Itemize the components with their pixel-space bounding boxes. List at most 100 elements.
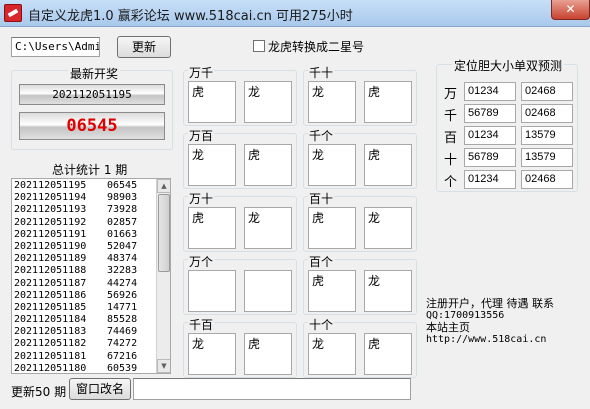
history-number: 73928 [107,204,138,216]
history-issue: 202112051194 [14,192,87,204]
prediction-parity-field[interactable]: 13579 [521,126,573,145]
history-number: 32283 [107,265,138,277]
info-register: 注册开户，代理 待遇 联系 [426,297,554,310]
prediction-parity-field[interactable]: 13579 [521,148,573,167]
pair-right-box[interactable]: 虎 [364,144,412,186]
prediction-size-field[interactable]: 56789 [464,148,516,167]
history-row[interactable]: 202112051188 32283 [12,265,157,277]
history-issue: 202112051184 [14,314,87,326]
history-number: 74272 [107,338,138,350]
history-number: 44274 [107,277,138,289]
pair-group-title: 千十 [308,64,335,81]
pair-group-title: 千个 [308,127,335,144]
history-row[interactable]: 202112051192 02857 [12,217,157,229]
prediction-position-label: 个 [444,175,458,190]
prediction-position-label: 万 [444,87,458,102]
history-row[interactable]: 202112051185 14771 [12,302,157,314]
prediction-position-label: 千 [444,109,458,124]
history-issue: 202112051183 [14,326,87,338]
path-input[interactable]: C:\Users\Admin [11,37,100,57]
history-row[interactable]: 202112051190 52047 [12,241,157,253]
close-button[interactable]: ✕ [551,0,590,20]
pair-left-box[interactable]: 龙 [308,81,356,123]
history-number: 48374 [107,253,138,265]
pair-group-title: 千百 [188,316,215,333]
history-row[interactable]: 202112051182 74272 [12,338,157,350]
pair-left-box[interactable]: 龙 [188,144,236,186]
pair-right-box[interactable]: 虎 [364,81,412,123]
pair-right-box[interactable]: 龙 [364,270,412,312]
pair-right-box[interactable] [244,270,292,312]
app-logo-icon [4,4,22,22]
pair-right-box[interactable]: 虎 [244,144,292,186]
pair-left-box[interactable]: 虎 [308,207,356,249]
pair-right-box[interactable]: 虎 [364,333,412,375]
info-homepage-link[interactable]: http://www.518cai.cn [426,334,586,346]
history-issue: 202112051190 [14,240,87,252]
history-row[interactable]: 202112051193 73928 [12,204,157,216]
status-input[interactable] [133,378,411,400]
prediction-parity-field[interactable]: 02468 [521,104,573,123]
pair-group-title: 十个 [308,316,335,333]
history-number: 74469 [107,326,138,338]
pair-right-box[interactable]: 龙 [244,81,292,123]
scroll-up-icon[interactable]: ▲ [157,179,170,193]
history-row[interactable]: 202112051195 06545 [12,180,157,192]
rename-window-button[interactable]: 窗口改名 [69,378,131,400]
history-issue: 202112051187 [14,277,87,289]
prediction-parity-field[interactable]: 02468 [521,170,573,189]
pair-left-box[interactable]: 龙 [308,333,356,375]
pair-right-box[interactable]: 龙 [364,207,412,249]
history-row[interactable]: 202112051181 67216 [12,351,157,363]
history-number: 52047 [107,240,138,252]
latest-issue: 202112051195 [19,84,165,105]
info-block: 注册开户，代理 待遇 联系 QQ:1700913556 本站主页 http://… [426,298,586,346]
scroll-thumb[interactable] [158,194,170,272]
history-issue: 202112051182 [14,338,87,350]
pair-group-title: 百个 [308,253,335,270]
history-row[interactable]: 202112051191 01663 [12,229,157,241]
history-row[interactable]: 202112051187 44274 [12,278,157,290]
history-list[interactable]: 202112051195 06545 202112051194 98903 202112… [11,178,171,374]
prediction-size-field[interactable]: 01234 [464,82,516,101]
pair-left-box[interactable]: 虎 [188,81,236,123]
history-row[interactable]: 202112051194 98903 [12,192,157,204]
pair-left-box[interactable] [188,270,236,312]
update-button[interactable]: 更新 [117,36,171,58]
title-bar: 自定义龙虎1.0 赢彩论坛 www.518cai.cn 可用275小时 ✕ [0,0,590,27]
history-row[interactable]: 202112051180 60539 [12,362,157,374]
pair-left-box[interactable]: 龙 [188,333,236,375]
prediction-parity-field[interactable]: 02468 [521,82,573,101]
pair-group-title: 万十 [188,190,215,207]
prediction-size-field[interactable]: 56789 [464,104,516,123]
history-number: 98903 [107,192,138,204]
pair-left-box[interactable]: 虎 [188,207,236,249]
history-row[interactable]: 202112051186 56926 [12,290,157,302]
history-row[interactable]: 202112051189 48374 [12,253,157,265]
history-issue: 202112051189 [14,253,87,265]
pair-group-title: 万个 [188,253,215,270]
info-homepage-label: 本站主页 [426,321,470,334]
pair-left-box[interactable]: 虎 [308,270,356,312]
history-rows: 202112051195 06545 202112051194 98903 202112… [12,180,157,374]
history-scrollbar[interactable]: ▲ ▼ [156,179,170,373]
history-number: 02857 [107,216,138,228]
history-issue: 202112051195 [14,180,87,191]
latest-draw-heading: 最新开奖 [68,65,121,82]
pair-right-box[interactable]: 龙 [244,207,292,249]
history-row[interactable]: 202112051184 85528 [12,314,157,326]
pair-group-title: 万千 [188,64,215,81]
stats-heading: 总计统计 1 期 [52,163,128,177]
pair-group-title: 百十 [308,190,335,207]
pair-left-box[interactable]: 龙 [308,144,356,186]
history-row[interactable]: 202112051183 74469 [12,326,157,338]
history-issue: 202112051186 [14,289,87,301]
history-number: 60539 [107,362,138,374]
history-number: 06545 [107,180,138,191]
pair-right-box[interactable]: 虎 [244,333,292,375]
prediction-size-field[interactable]: 01234 [464,170,516,189]
prediction-heading: 定位胆大小单双预测 [452,57,565,74]
dragon-tiger-convert-checkbox[interactable] [253,40,265,52]
scroll-down-icon[interactable]: ▼ [157,359,170,373]
prediction-size-field[interactable]: 01234 [464,126,516,145]
